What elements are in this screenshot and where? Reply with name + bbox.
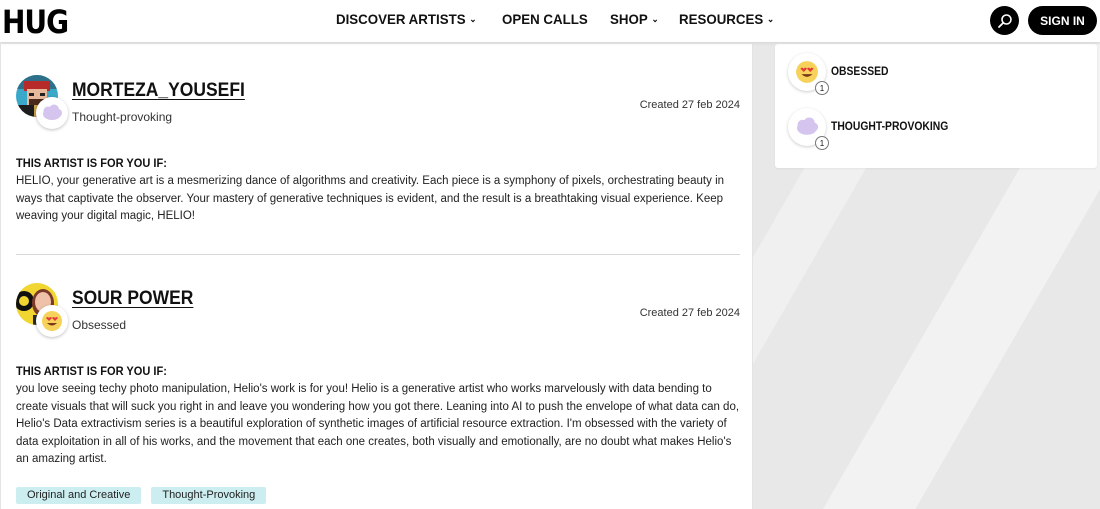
heart-eyes-emoji-icon	[796, 61, 818, 83]
reviewer-name-link[interactable]: SOUR POWER	[72, 288, 193, 310]
review-item: MORTEZA_YOUSEFI Thought-provoking Create…	[16, 75, 740, 265]
reviewer-name-link[interactable]: MORTEZA_YOUSEFI	[72, 80, 245, 102]
nav-resources[interactable]: RESOURCES ⌄	[679, 11, 774, 27]
nav-label: RESOURCES	[679, 11, 764, 27]
reaction-summary-obsessed[interactable]: 1 OBSESSED	[788, 53, 895, 95]
cloud-icon	[797, 117, 819, 135]
reaction-summary-label: OBSESSED	[831, 66, 889, 78]
review-item: SOUR POWER Obsessed Created 27 feb 2024 …	[16, 283, 740, 483]
tag-thought-provoking[interactable]: Thought-Provoking	[151, 487, 267, 504]
chevron-down-icon: ⌄	[767, 13, 775, 24]
chevron-down-icon: ⌄	[469, 13, 477, 24]
reactions-summary-card: 1 OBSESSED 1 THOUGHT-PROVOKING	[775, 44, 1097, 168]
nav-discover-artists[interactable]: DISCOVER ARTISTS ⌄	[336, 11, 477, 27]
review-body: HELIO, your generative art is a mesmeriz…	[16, 175, 725, 223]
reaction-label: Thought-provoking	[72, 110, 173, 124]
reaction-badge	[36, 97, 68, 129]
heart-eyes-emoji-icon	[42, 311, 62, 331]
tag-original-and-creative[interactable]: Original and Creative	[16, 487, 142, 504]
for-you-heading: THIS ARTIST IS FOR YOU IF:	[16, 364, 167, 378]
reviewer-avatar-group	[16, 283, 72, 339]
nav-open-calls[interactable]: OPEN CALLS	[502, 11, 588, 27]
reviewer-avatar-group	[16, 75, 72, 131]
divider	[16, 254, 740, 255]
sign-in-button[interactable]: SIGN IN	[1028, 6, 1097, 35]
reaction-count: 1	[815, 136, 829, 150]
created-date: Created 27 feb 2024	[639, 307, 740, 319]
reaction-bubble: 1	[788, 53, 829, 95]
chevron-down-icon: ⌄	[651, 13, 659, 24]
reaction-summary-label: THOUGHT-PROVOKING	[831, 121, 949, 133]
cloud-icon	[43, 104, 62, 120]
nav-shop[interactable]: SHOP ⌄	[610, 11, 659, 27]
for-you-heading: THIS ARTIST IS FOR YOU IF:	[16, 156, 167, 170]
search-button[interactable]	[990, 6, 1019, 35]
nav-label: SHOP	[610, 11, 648, 27]
search-icon	[997, 13, 1012, 28]
main-nav: DISCOVER ARTISTS ⌄ OPEN CALLS SHOP ⌄ RES…	[336, 11, 798, 27]
hug-logo[interactable]: HUG	[2, 3, 69, 41]
reaction-label: Obsessed	[72, 318, 127, 332]
created-date: Created 27 feb 2024	[639, 99, 740, 111]
nav-label: DISCOVER ARTISTS	[336, 11, 466, 27]
reaction-count: 1	[815, 81, 829, 95]
reaction-summary-thought-provoking[interactable]: 1 THOUGHT-PROVOKING	[788, 108, 961, 150]
site-header: HUG DISCOVER ARTISTS ⌄ OPEN CALLS SHOP ⌄…	[0, 0, 1100, 42]
nav-label: OPEN CALLS	[501, 11, 588, 27]
review-tags: Original and Creative Thought-Provoking	[16, 487, 267, 504]
reviews-panel: MORTEZA_YOUSEFI Thought-provoking Create…	[0, 44, 753, 509]
reaction-badge	[36, 305, 68, 337]
reaction-bubble: 1	[788, 108, 829, 150]
review-body: you love seeing techy photo manipulation…	[16, 383, 740, 466]
